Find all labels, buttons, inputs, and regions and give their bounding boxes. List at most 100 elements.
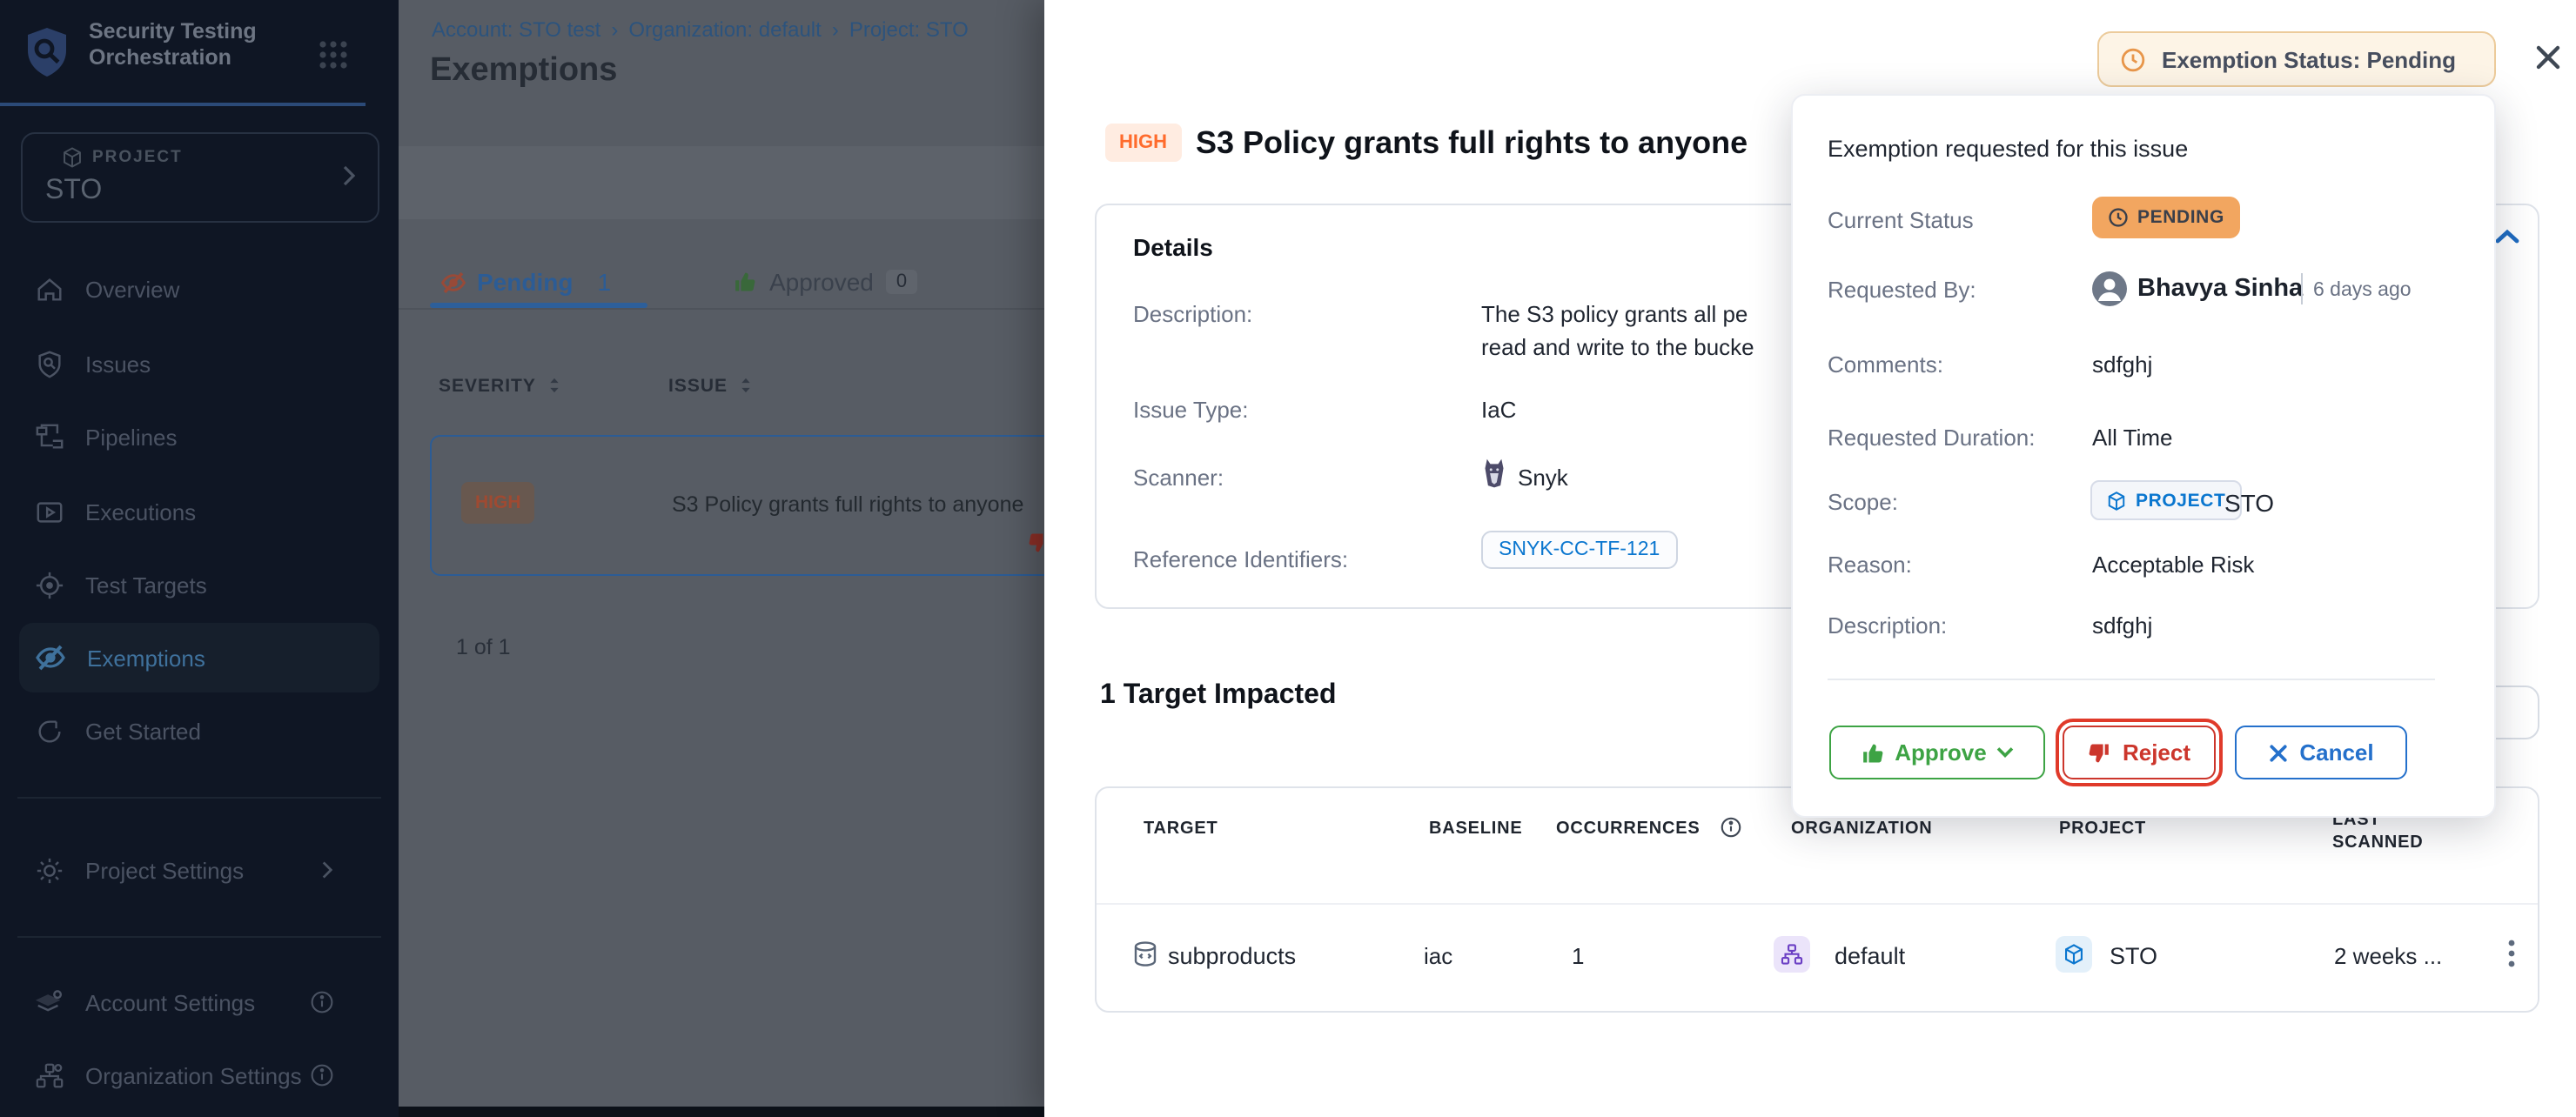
- module-accent-bar: [0, 103, 366, 106]
- issue-header-label: ISSUE: [668, 375, 728, 396]
- close-icon[interactable]: [2532, 42, 2564, 73]
- severity-header-label: SEVERITY: [439, 375, 536, 396]
- approve-button[interactable]: Approve: [1829, 726, 2045, 779]
- shield-search-icon: [35, 349, 64, 378]
- thumbs-up-icon: [1860, 740, 1884, 765]
- reason-label: Reason:: [1828, 552, 1912, 578]
- status-tabs: Pending 1 Approved 0: [399, 261, 1079, 308]
- breadcrumb-separator: ›: [832, 17, 839, 42]
- exemption-status-banner: Exemption Status: Pending: [2097, 31, 2496, 87]
- exemption-request-popup: Exemption requested for this issue Curre…: [1791, 94, 2496, 818]
- eye-slash-icon: [440, 269, 466, 295]
- popup-title: Exemption requested for this issue: [1828, 136, 2188, 162]
- home-icon: [35, 274, 64, 304]
- col-header-organization: ORGANIZATION: [1791, 819, 1933, 839]
- severity-badge: HIGH: [1105, 124, 1181, 162]
- sidebar-item-label: Executions: [85, 498, 196, 525]
- organization-icon: [1774, 936, 1810, 973]
- list-header-severity[interactable]: SEVERITY: [439, 374, 564, 397]
- tab-pending[interactable]: Pending 1: [440, 268, 611, 296]
- scanner-label: Scanner:: [1133, 465, 1224, 491]
- description-label: Description:: [1133, 301, 1252, 327]
- target-type-icon: [1130, 940, 1161, 971]
- table-header-divider: [1097, 903, 2538, 905]
- requested-by-label: Requested By:: [1828, 277, 1976, 303]
- tab-pending-label: Pending: [477, 268, 573, 296]
- row-menu-icon[interactable]: [2499, 936, 2524, 971]
- description-value: sdfghj: [2092, 612, 2152, 639]
- module-grid-icon[interactable]: [317, 38, 350, 71]
- scope-label: Scope:: [1828, 489, 1898, 515]
- breadcrumb-organization[interactable]: Organization: default: [628, 17, 822, 42]
- eye-slash-icon: [35, 642, 66, 673]
- info-icon[interactable]: [1720, 816, 1742, 839]
- approve-button-label: Approve: [1895, 739, 1986, 766]
- cancel-button[interactable]: Cancel: [2235, 726, 2407, 779]
- sidebar-item-project-settings[interactable]: Project Settings: [0, 835, 379, 905]
- tab-approved-count: 0: [886, 270, 917, 294]
- app-title-line1: Security Testing: [89, 19, 257, 45]
- sidebar-item-issues[interactable]: Issues: [0, 329, 379, 398]
- thumbs-down-icon: [2088, 740, 2112, 765]
- duration-value: All Time: [2092, 425, 2172, 451]
- x-icon: [2268, 742, 2289, 763]
- cell-last-scanned: 2 weeks ...: [2334, 943, 2442, 969]
- targets-table-card: TARGET BASELINE OCCURRENCES ORGANIZATION…: [1095, 786, 2539, 1013]
- bottom-bar: [399, 1107, 1079, 1117]
- tab-approved[interactable]: Approved 0: [733, 268, 917, 296]
- list-header-issue[interactable]: ISSUE: [668, 374, 755, 397]
- tab-pending-count: 1: [597, 268, 611, 296]
- reference-label: Reference Identifiers:: [1133, 546, 1348, 572]
- name-time-divider: [2301, 273, 2303, 304]
- reason-value: Acceptable Risk: [2092, 552, 2254, 578]
- breadcrumb-project[interactable]: Project: STO: [849, 17, 969, 42]
- exemption-row-selected[interactable]: HIGH S3 Policy grants full rights to any…: [430, 435, 1077, 576]
- reject-button[interactable]: Reject: [2063, 726, 2216, 779]
- sidebar-item-exemptions[interactable]: Exemptions: [19, 623, 379, 692]
- description-value-line2: read and write to the bucke: [1481, 334, 1754, 360]
- play-box-icon: [35, 497, 64, 526]
- cell-baseline: iac: [1424, 943, 1452, 969]
- info-icon[interactable]: [310, 990, 334, 1014]
- target-icon: [35, 570, 64, 599]
- chevron-up-icon[interactable]: [2494, 228, 2520, 245]
- current-status-label: Current Status: [1828, 207, 1974, 233]
- description-label: Description:: [1828, 612, 1947, 639]
- gear-icon: [35, 855, 64, 885]
- sidebar-item-label: Issues: [85, 351, 151, 377]
- app-root: Security Testing Orchestration PROJECT S…: [0, 0, 2576, 1117]
- sidebar-item-test-targets[interactable]: Test Targets: [0, 550, 379, 619]
- row-issue-title: S3 Policy grants full rights to anyone: [672, 492, 1023, 517]
- pending-status-badge: PENDING: [2092, 197, 2240, 238]
- sidebar-item-account-settings[interactable]: Account Settings: [0, 967, 379, 1037]
- sidebar-item-label: Account Settings: [85, 989, 255, 1015]
- sidebar-item-label: Project Settings: [85, 857, 244, 883]
- get-started-icon: [35, 716, 64, 746]
- pipelines-icon: [35, 422, 64, 451]
- popup-divider: [1828, 679, 2435, 680]
- sidebar-item-get-started[interactable]: Get Started: [0, 696, 379, 766]
- project-selector[interactable]: PROJECT STO: [21, 132, 379, 223]
- sidebar-item-organization-settings[interactable]: Organization Settings: [0, 1040, 379, 1110]
- sidebar-item-executions[interactable]: Executions: [0, 477, 379, 546]
- issue-type-value: IaC: [1481, 397, 1516, 423]
- snyk-icon: [1481, 458, 1507, 489]
- project-icon: [2056, 936, 2092, 973]
- status-banner-label: Exemption Status: Pending: [2162, 46, 2456, 72]
- chevron-right-icon: [320, 859, 334, 880]
- app-title: Security Testing Orchestration: [89, 19, 257, 71]
- issue-type-label: Issue Type:: [1133, 397, 1249, 423]
- cell-organization: default: [1835, 943, 1905, 969]
- duration-label: Requested Duration:: [1828, 425, 2036, 451]
- project-selector-name: STO: [45, 176, 102, 207]
- sidebar-item-overview[interactable]: Overview: [0, 254, 379, 324]
- cancel-button-label: Cancel: [2299, 739, 2373, 766]
- breadcrumb-account[interactable]: Account: STO test: [432, 17, 600, 42]
- sidebar-item-pipelines[interactable]: Pipelines: [0, 402, 379, 472]
- pagination-label: 1 of 1: [456, 635, 511, 659]
- info-icon[interactable]: [310, 1063, 334, 1087]
- toolbar-strip: [399, 146, 1079, 219]
- reference-identifier-chip[interactable]: SNYK-CC-TF-121: [1481, 531, 1677, 569]
- tab-approved-label: Approved: [769, 268, 874, 296]
- cell-target[interactable]: subproducts: [1168, 943, 1296, 969]
